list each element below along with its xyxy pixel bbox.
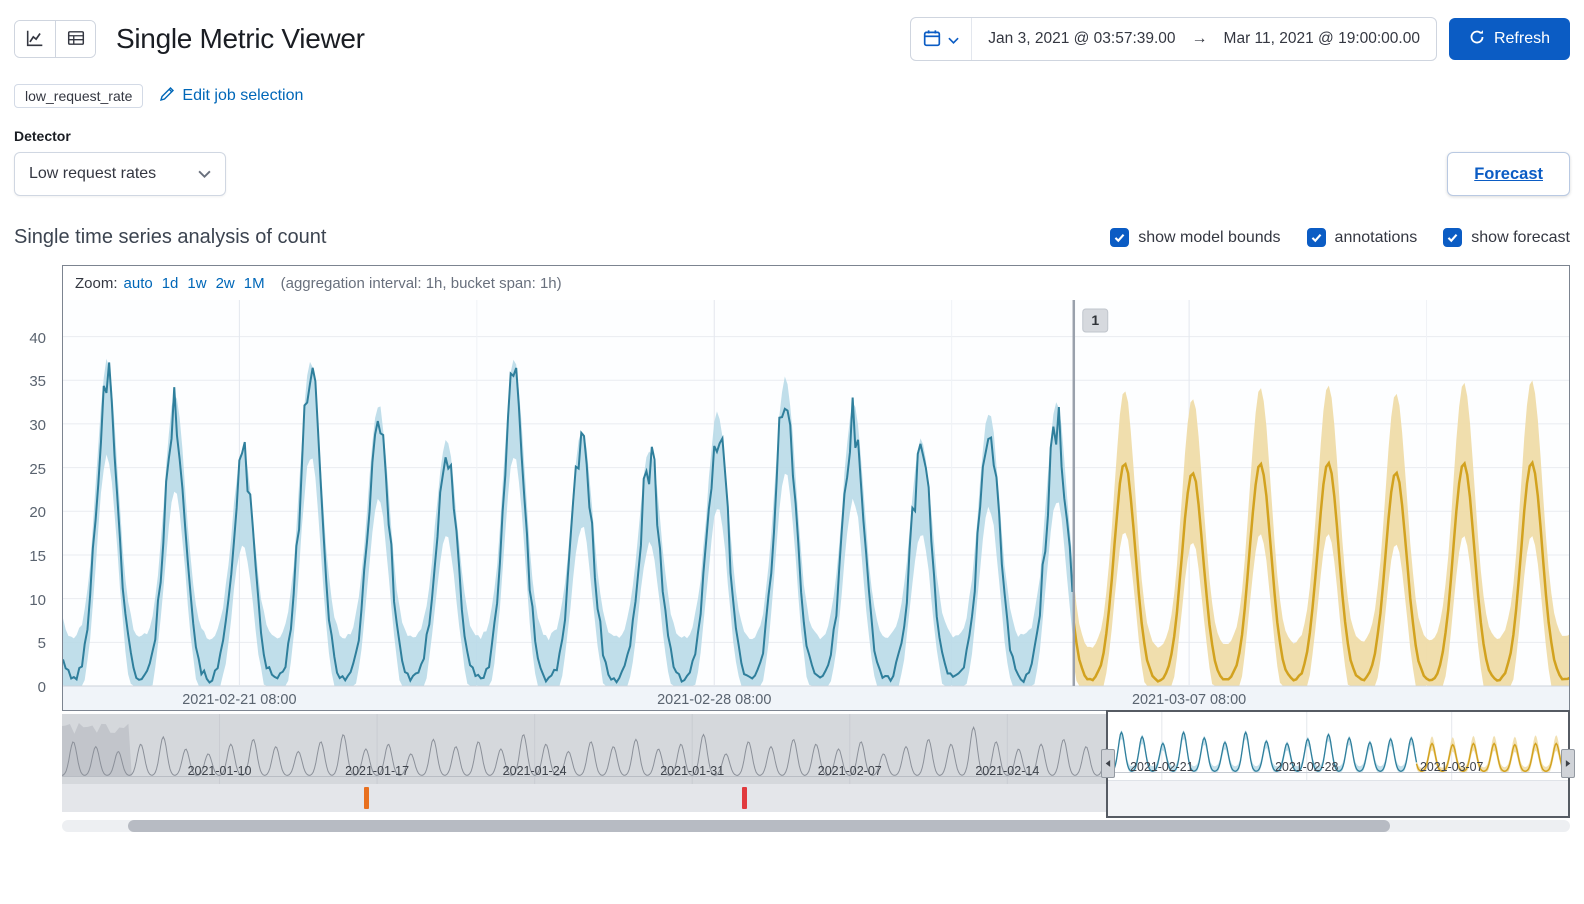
edit-job-selection-label: Edit job selection: [182, 87, 304, 104]
svg-text:2021-01-10: 2021-01-10: [188, 764, 252, 778]
svg-text:2021-03-07 08:00: 2021-03-07 08:00: [1132, 692, 1246, 708]
end-date-button[interactable]: Mar 11, 2021 @ 19:00:00.00: [1208, 30, 1436, 48]
caret-right-icon: [1565, 755, 1571, 773]
checkbox-check-icon: [1110, 228, 1130, 247]
pencil-icon: [159, 86, 175, 107]
chevron-down-icon: [948, 32, 959, 47]
page-title: Single Metric Viewer: [116, 23, 365, 54]
checkbox-show-model-bounds[interactable]: show model bounds: [1110, 228, 1281, 247]
table-icon: [67, 29, 85, 50]
y-axis-labels: 0 5 10 15 20 25 30 35 40: [29, 329, 46, 696]
chart-view-button[interactable]: [15, 21, 55, 57]
checkbox-show-forecast[interactable]: show forecast: [1443, 228, 1570, 247]
svg-text:2021-02-07: 2021-02-07: [818, 764, 882, 778]
series-title: Single time series analysis of count: [14, 226, 327, 248]
svg-text:2021-02-28 08:00: 2021-02-28 08:00: [657, 692, 771, 708]
detector-label: Detector: [14, 128, 71, 144]
svg-text:2021-02-14: 2021-02-14: [975, 764, 1039, 778]
annotation-marker[interactable]: [363, 787, 369, 809]
svg-text:2021-02-21: 2021-02-21: [1131, 760, 1194, 774]
date-range-picker: Jan 3, 2021 @ 03:57:39.00 → Mar 11, 2021…: [910, 17, 1437, 61]
caret-left-icon: [1105, 755, 1111, 773]
nav-window-svg[interactable]: 2021-02-21 2021-02-28 2021-03-07: [1108, 712, 1568, 780]
svg-text:2021-02-28: 2021-02-28: [1275, 760, 1338, 774]
view-toggle-group: [14, 20, 96, 58]
forecast-button[interactable]: Forecast: [1447, 152, 1570, 196]
checkbox-annotations[interactable]: annotations: [1306, 228, 1418, 247]
time-controls: Jan 3, 2021 @ 03:57:39.00 → Mar 11, 2021…: [910, 17, 1570, 61]
nav-window-bottom: [1108, 780, 1568, 816]
series-header: Single time series analysis of count sho…: [14, 226, 1570, 249]
job-selection-row: low_request_rate Edit job selection: [14, 84, 1570, 108]
svg-text:2021-03-07: 2021-03-07: [1420, 760, 1483, 774]
checkbox-check-icon: [1306, 228, 1326, 247]
table-view-button[interactable]: [55, 21, 95, 57]
top-bar: Single Metric Viewer Jan 3, 2021 @ 03:57…: [14, 10, 1570, 68]
calendar-icon: [923, 29, 941, 50]
select-chevron-down-icon: [198, 165, 211, 183]
detector-select[interactable]: Low request rates: [14, 152, 226, 196]
refresh-label: Refresh: [1493, 30, 1550, 47]
zoom-label: Zoom:: [75, 274, 118, 292]
zoom-option-1w[interactable]: 1w: [187, 275, 206, 292]
start-date-button[interactable]: Jan 3, 2021 @ 03:57:39.00: [972, 30, 1191, 48]
svg-text:2021-01-24: 2021-01-24: [503, 764, 567, 778]
svg-text:2021-01-31: 2021-01-31: [660, 764, 724, 778]
nav-selection-window[interactable]: 2021-02-21 2021-02-28 2021-03-07: [1101, 710, 1575, 818]
aggregation-info: (aggregation interval: 1h, bucket span: …: [280, 274, 562, 292]
job-badge: low_request_rate: [14, 84, 144, 108]
line-chart-icon: [26, 29, 44, 50]
zoom-option-1M[interactable]: 1M: [244, 275, 265, 292]
checkbox-label: annotations: [1334, 228, 1418, 246]
main-chart-area: 0 5 10 15 20 25 30 35 40 Zoom: auto 1d 1w 2w 1M …: [29, 265, 1570, 711]
single-metric-viewer-page: Single Metric Viewer Jan 3, 2021 @ 03:57…: [0, 0, 1584, 904]
zoom-option-1d[interactable]: 1d: [162, 275, 179, 292]
scrollbar-handle[interactable]: [128, 820, 1390, 832]
checkbox-check-icon: [1443, 228, 1463, 247]
date-range-arrow: →: [1191, 30, 1208, 47]
annotation-marker[interactable]: [741, 787, 747, 809]
detector-selected-value: Low request rates: [29, 165, 157, 182]
window-handle-left[interactable]: [1101, 749, 1116, 778]
zoom-controls: Zoom: auto 1d 1w 2w 1M (aggregation inte…: [63, 266, 1569, 300]
zoom-option-2w[interactable]: 2w: [216, 275, 235, 292]
quick-select-menu-button[interactable]: [911, 18, 973, 60]
detector-section: Detector Low request rates Forecast: [14, 128, 1570, 196]
navigator: 2021-01-10 2021-01-17 2021-01-24 2021-01-31…: [62, 710, 1575, 818]
main-chart-svg[interactable]: 1 2021-02-21 08:00 2021-02-28 08:00 2021-03…: [63, 300, 1569, 710]
checkbox-label: show forecast: [1471, 228, 1570, 246]
checkbox-label: show model bounds: [1138, 228, 1281, 246]
chart-option-checkboxes: show model bounds annotations show forec…: [1110, 228, 1570, 247]
svg-text:1: 1: [1091, 312, 1099, 328]
refresh-icon: [1469, 29, 1485, 50]
svg-text:2021-01-17: 2021-01-17: [345, 764, 409, 778]
main-chart-box: Zoom: auto 1d 1w 2w 1M (aggregation inte…: [62, 265, 1570, 711]
window-handle-right[interactable]: [1560, 749, 1575, 778]
edit-job-selection-link[interactable]: Edit job selection: [159, 86, 303, 107]
time-scrollbar: [62, 820, 1570, 832]
zoom-option-auto[interactable]: auto: [124, 275, 153, 292]
refresh-button[interactable]: Refresh: [1448, 18, 1570, 60]
svg-text:2021-02-21 08:00: 2021-02-21 08:00: [182, 692, 296, 708]
